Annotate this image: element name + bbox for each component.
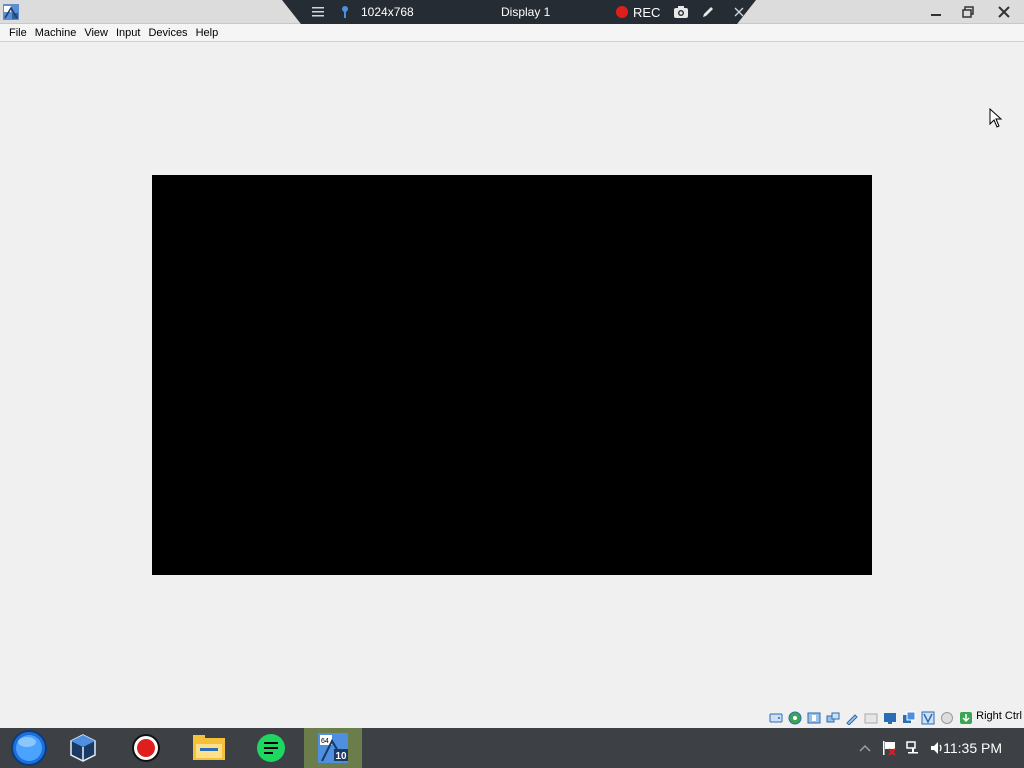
close-toolbar-icon[interactable] <box>734 0 744 24</box>
mouse-integration-icon[interactable] <box>958 710 974 726</box>
status-icons <box>768 710 974 726</box>
network-icon[interactable] <box>905 740 921 756</box>
rec-button[interactable]: REC <box>615 0 660 24</box>
display-name-text: Display 1 <box>501 5 551 19</box>
close-icon[interactable] <box>984 0 1024 24</box>
hard-disk-icon[interactable] <box>768 710 784 726</box>
menu-help[interactable]: Help <box>192 27 223 39</box>
resolution-label: 1024x768 <box>361 0 414 24</box>
virtualbox-icon[interactable] <box>54 728 112 768</box>
menu-machine[interactable]: Machine <box>31 27 81 39</box>
video-capture-icon[interactable] <box>901 710 917 726</box>
menu-icon[interactable] <box>312 0 324 24</box>
virtualbox-app-icon[interactable] <box>2 3 20 21</box>
guest-screen[interactable] <box>152 175 872 575</box>
window-titlebar: 1024x768 Display 1 REC <box>0 0 1024 24</box>
optical-drive-icon[interactable] <box>787 710 803 726</box>
svg-text:64: 64 <box>321 738 329 745</box>
action-center-flag-icon[interactable] <box>881 740 897 756</box>
usb-icon[interactable] <box>844 710 860 726</box>
pen-edit-icon[interactable] <box>701 0 715 24</box>
guest-taskbar: 64 10 11:35 PM <box>0 728 1024 768</box>
window-controls <box>920 0 1024 24</box>
audio-icon[interactable] <box>806 710 822 726</box>
clock[interactable]: 11:35 PM <box>943 740 1002 756</box>
vm-mini-toolbar: 1024x768 Display 1 REC <box>282 0 756 24</box>
display-name: Display 1 <box>501 0 550 24</box>
pin-icon[interactable] <box>339 0 351 24</box>
menu-view[interactable]: View <box>80 27 112 39</box>
windows10-vm-icon[interactable]: 64 10 <box>304 728 362 768</box>
guest-display-area[interactable] <box>0 42 1024 707</box>
display-icon[interactable] <box>882 710 898 726</box>
resolution-text: 1024x768 <box>361 5 414 19</box>
rec-label: REC <box>633 4 661 20</box>
menu-input[interactable]: Input <box>112 27 144 39</box>
recording-icon[interactable] <box>920 710 936 726</box>
notes-icon[interactable] <box>242 728 300 768</box>
network-icon[interactable] <box>825 710 841 726</box>
host-key-label[interactable]: Right Ctrl <box>976 710 1022 722</box>
minimize-icon[interactable] <box>920 0 952 24</box>
menu-file[interactable]: File <box>5 27 31 39</box>
svg-text:10: 10 <box>336 751 348 762</box>
screenshot-camera-icon[interactable] <box>673 0 689 24</box>
start-orb-icon[interactable] <box>0 728 58 768</box>
restore-icon[interactable] <box>952 0 984 24</box>
shared-folders-icon[interactable] <box>863 710 879 726</box>
file-explorer-icon[interactable] <box>180 728 238 768</box>
mouse-cursor-icon <box>989 107 1003 128</box>
vm-status-bar: Right Ctrl <box>0 707 1024 728</box>
record-icon[interactable] <box>117 728 175 768</box>
show-hidden-icons-chevron[interactable] <box>857 740 873 756</box>
menu-bar: File Machine View Input Devices Help <box>0 24 1024 42</box>
menu-devices[interactable]: Devices <box>144 27 191 39</box>
virtualization-icon[interactable] <box>939 710 955 726</box>
record-dot-icon <box>616 6 628 18</box>
system-tray: 11:35 PM <box>824 728 1024 768</box>
